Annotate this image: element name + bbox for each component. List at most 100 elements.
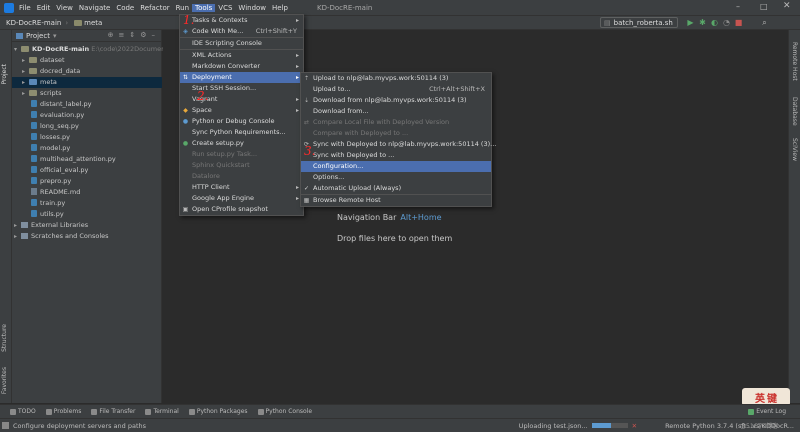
menu-item-sync-with-deployed[interactable]: Sync with Deployed to ... [301,150,491,161]
folder-icon [74,19,83,26]
collapse-all-icon[interactable]: ≡ [118,31,124,39]
tree-root[interactable]: ▾ KD-DocRE-main E:\code\2022Document... [12,44,174,55]
chevron-down-icon[interactable]: ▾ [53,32,57,40]
breadcrumb-folder[interactable]: meta [68,19,106,27]
project-view-icon [16,32,23,39]
menu-item-sync-python-requirements[interactable]: Sync Python Requirements... [180,127,303,138]
debug-icon[interactable]: ✱ [698,18,707,27]
menu-navigate[interactable]: Navigate [76,4,113,12]
tool-tab-problems[interactable]: Problems [45,408,81,415]
tool-tab-terminal[interactable]: Terminal [145,408,179,415]
favorites-tool-tab[interactable]: Favorites [1,367,8,394]
stop-icon[interactable]: ■ [734,18,743,27]
menu-item-ide-scripting-console[interactable]: IDE Scripting Console [180,38,303,49]
project-view-selector[interactable]: Project [26,32,50,40]
profile-icon[interactable]: ◔ [722,18,731,27]
tool-tab-python-packages[interactable]: Python Packages [188,408,248,415]
menu-item-markdown-converter[interactable]: Markdown Converter ▸ [180,61,303,72]
menu-edit[interactable]: Edit [34,4,54,12]
menu-window[interactable]: Window [235,4,269,12]
python-file-icon [31,111,37,118]
tree-file[interactable]: official_eval.py [12,165,162,176]
breadcrumb-project[interactable]: KD-DocRE-main [0,19,65,27]
tree-file[interactable]: README.md [12,187,162,198]
tool-tab-file-transfer[interactable]: File Transfer [91,408,135,415]
menu-item-label: Sphinx Quickstart [192,161,250,169]
tree-folder-selected[interactable]: ▸ meta [12,77,162,88]
menu-item-label: Upload to nlp@lab.myvps.work:50114 (3) [313,74,449,82]
tree-file[interactable]: multihead_attention.py [12,154,162,165]
expand-all-icon[interactable]: ⇕ [129,31,135,39]
menu-view[interactable]: View [53,4,76,12]
menu-item-upload-to-server[interactable]: ⇡ Upload to nlp@lab.myvps.work:50114 (3) [301,73,491,84]
tree-file[interactable]: distant_label.py [12,99,162,110]
minimize-icon[interactable]: – [736,2,740,11]
menu-item-download-from-server[interactable]: ⇣ Download from nlp@lab.myvps.work:50114 … [301,95,491,106]
database-tool-tab[interactable]: Database [791,97,798,126]
menu-item-automatic-upload[interactable]: ✓ Automatic Upload (Always) [301,183,491,194]
upload-status[interactable]: Uploading test.json... [519,422,588,430]
hide-icon[interactable]: – [152,31,156,39]
sciview-tool-tab[interactable]: SciView [791,138,798,161]
menu-item-google-app-engine[interactable]: Google App Engine ▸ [180,193,303,204]
upload-icon: ⇡ [303,75,310,82]
python-file-icon [31,177,37,184]
tree-file[interactable]: losses.py [12,132,162,143]
menu-item-download-from[interactable]: Download from... [301,106,491,117]
structure-tool-tab[interactable]: Structure [1,324,8,352]
run-config-selector[interactable]: ▤ batch_roberta.sh [600,17,678,28]
tree-file[interactable]: long_seq.py [12,121,162,132]
close-icon[interactable]: ✕ [783,1,791,11]
menu-tools[interactable]: Tools [192,3,216,12]
tool-tab-label: Python Console [265,408,313,415]
menu-item-code-with-me[interactable]: ◈ Code With Me... Ctrl+Shift+Y [180,26,303,37]
menu-file[interactable]: File [16,4,34,12]
menu-item-open-cprofile-snapshot[interactable]: ▣ Open CProfile snapshot [180,204,303,215]
menu-refactor[interactable]: Refactor [137,4,172,12]
project-tool-tab[interactable]: Project [1,64,8,85]
menu-vcs[interactable]: VCS [215,4,235,12]
menu-item-create-setup-py[interactable]: ● Create setup.py [180,138,303,149]
tree-file[interactable]: prepro.py [12,176,162,187]
tool-tab-todo[interactable]: TODO [10,408,36,415]
tree-folder[interactable]: ▸ docred_data [12,66,162,77]
menu-item-http-client[interactable]: HTTP Client ▸ [180,182,303,193]
menu-item-options[interactable]: Options... [301,172,491,183]
tool-tab-event-log[interactable]: Event Log [748,408,786,415]
maximize-icon[interactable]: □ [760,2,768,11]
tree-file[interactable]: train.py [12,198,162,209]
folder-icon [29,68,37,74]
tool-tab-python-console[interactable]: Python Console [257,408,313,415]
search-icon[interactable]: ⌕ [760,18,769,27]
menu-item-deployment[interactable]: ⇅ Deployment ▸ [180,72,303,83]
tree-folder[interactable]: ▸ dataset [12,55,162,66]
menu-item-sync-with-server[interactable]: ⟳ Sync with Deployed to nlp@lab.myvps.wor… [301,139,496,150]
tree-file[interactable]: evaluation.py [12,110,162,121]
cancel-upload-icon[interactable]: ✕ [632,422,637,430]
run-icon[interactable]: ▶ [686,18,695,27]
remote-host-tool-tab[interactable]: Remote Host [791,42,798,81]
menu-code[interactable]: Code [113,4,137,12]
gear-icon[interactable]: ⚙ [140,31,146,39]
toggle-tool-windows-icon[interactable] [2,422,9,429]
menu-item-python-console[interactable]: ● Python or Debug Console [180,116,303,127]
menu-help[interactable]: Help [269,4,291,12]
locate-icon[interactable]: ⊕ [108,31,114,39]
coverage-icon[interactable]: ◐ [710,18,719,27]
tree-external-libraries[interactable]: ▸ External Libraries [12,220,162,231]
menu-item-space[interactable]: ◆ Space ▸ [180,105,303,116]
tree-scratches[interactable]: ▸ Scratches and Consoles [12,231,162,242]
menu-item-tasks-contexts[interactable]: Tasks & Contexts ▸ [180,15,303,26]
tree-folder[interactable]: ▸ scripts [12,88,162,99]
tree-label: evaluation.py [40,111,85,119]
menu-item-upload-to[interactable]: Upload to... Ctrl+Alt+Shift+X [301,84,491,95]
tree-file[interactable]: model.py [12,143,162,154]
file-transfer-icon [91,408,98,415]
menu-item-sphinx-quickstart: Sphinx Quickstart [180,160,303,171]
tree-file[interactable]: utils.py [12,209,162,220]
menu-item-configuration[interactable]: Configuration... [301,161,491,172]
menu-run[interactable]: Run [173,4,192,12]
menu-item-xml-actions[interactable]: XML Actions ▸ [180,50,303,61]
chevron-right-icon: ▸ [14,233,18,240]
menu-item-browse-remote-host[interactable]: ▦ Browse Remote Host [301,195,491,206]
